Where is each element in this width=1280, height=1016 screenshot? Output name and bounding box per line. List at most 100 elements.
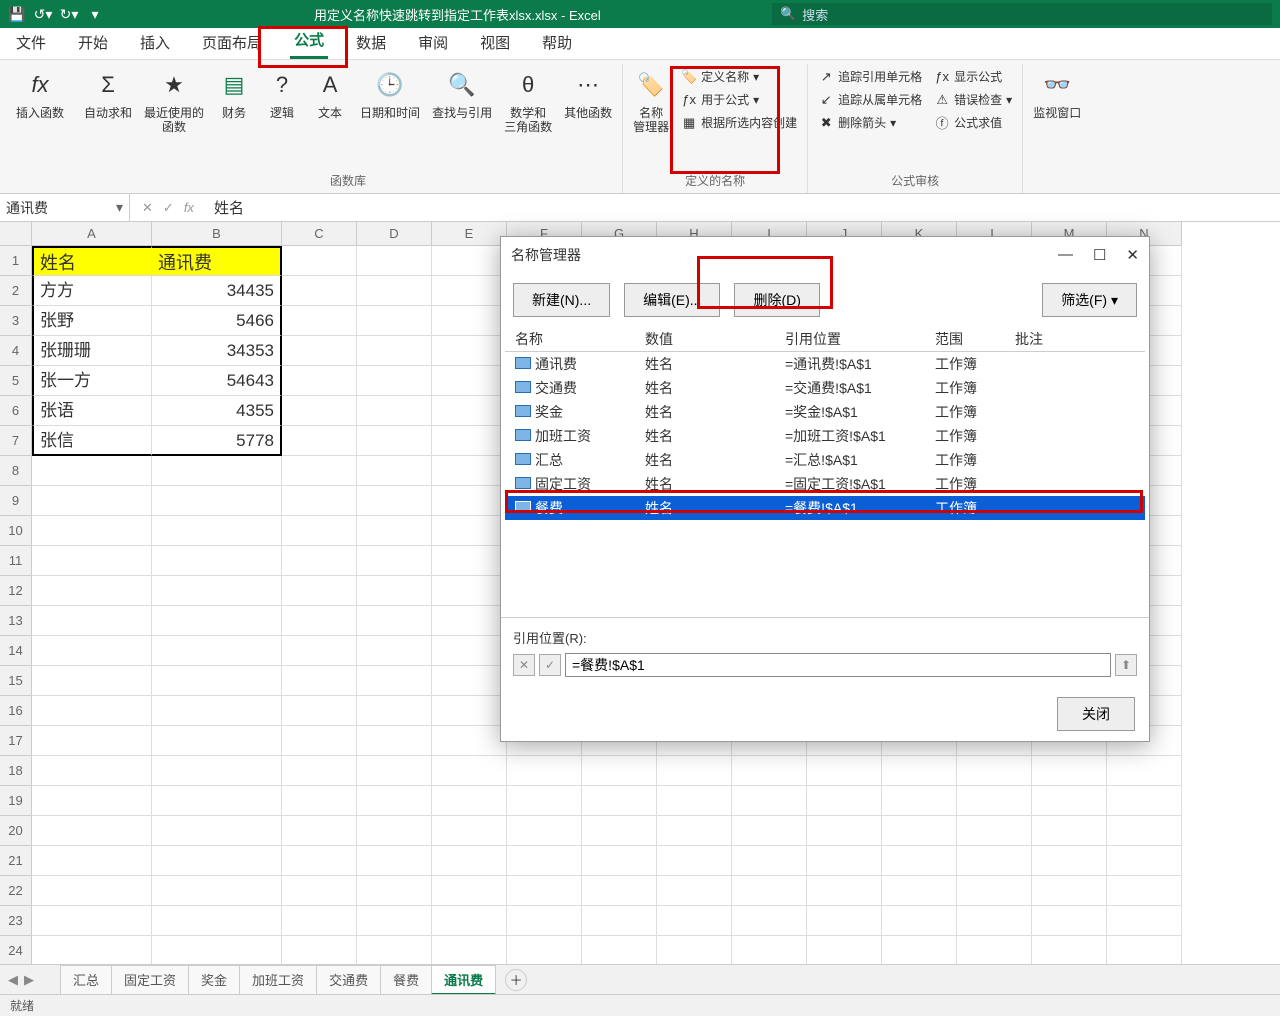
cell[interactable]	[357, 456, 432, 486]
recent-fn-button[interactable]: ★最近使用的 函数	[140, 64, 208, 170]
cell[interactable]	[432, 546, 507, 576]
cell[interactable]	[32, 666, 152, 696]
cell[interactable]	[882, 756, 957, 786]
row-header[interactable]: 21	[0, 846, 32, 876]
cell[interactable]	[357, 816, 432, 846]
cell[interactable]	[957, 936, 1032, 964]
cell[interactable]	[282, 906, 357, 936]
cell[interactable]	[32, 786, 152, 816]
tab-开始[interactable]: 开始	[74, 26, 112, 59]
cell[interactable]	[32, 906, 152, 936]
sheet-tab-交通费[interactable]: 交通费	[316, 965, 381, 995]
close-button[interactable]: 关闭	[1057, 697, 1135, 731]
use-in-formula-button[interactable]: ƒx用于公式 ▾	[677, 89, 801, 110]
cell[interactable]	[582, 756, 657, 786]
sheet-prev-icon[interactable]: ◀	[8, 972, 18, 988]
sheet-tab-汇总[interactable]: 汇总	[60, 965, 112, 995]
cell[interactable]	[152, 606, 282, 636]
cell[interactable]	[732, 876, 807, 906]
cell[interactable]	[282, 816, 357, 846]
cell[interactable]: 34353	[152, 336, 282, 366]
cell[interactable]	[432, 246, 507, 276]
cell[interactable]	[282, 366, 357, 396]
cell[interactable]	[582, 876, 657, 906]
add-sheet-button[interactable]: ＋	[505, 969, 527, 991]
cell[interactable]: 54643	[152, 366, 282, 396]
cell[interactable]	[657, 846, 732, 876]
cell[interactable]	[152, 636, 282, 666]
name-manager-button[interactable]: 🏷️名称 管理器	[629, 64, 673, 170]
cell[interactable]	[432, 576, 507, 606]
cell[interactable]	[152, 846, 282, 876]
cell[interactable]: 5778	[152, 426, 282, 456]
cell[interactable]	[357, 936, 432, 964]
redo-icon[interactable]: ↻▾	[60, 5, 78, 23]
row-header[interactable]: 5	[0, 366, 32, 396]
cell[interactable]	[282, 636, 357, 666]
col-header[interactable]: E	[432, 222, 507, 246]
text-button[interactable]: A文本	[308, 64, 352, 170]
cell[interactable]	[282, 516, 357, 546]
cell[interactable]	[582, 936, 657, 964]
cell[interactable]	[282, 306, 357, 336]
cell[interactable]	[32, 576, 152, 606]
col-header[interactable]: C	[282, 222, 357, 246]
sheet-next-icon[interactable]: ▶	[24, 972, 34, 988]
cell[interactable]	[32, 726, 152, 756]
sheet-tab-奖金[interactable]: 奖金	[188, 965, 240, 995]
cell[interactable]	[807, 816, 882, 846]
cell[interactable]	[357, 846, 432, 876]
col-header[interactable]: A	[32, 222, 152, 246]
cell[interactable]	[1107, 786, 1182, 816]
cell[interactable]	[432, 696, 507, 726]
cell[interactable]	[32, 936, 152, 964]
cell[interactable]	[1107, 876, 1182, 906]
cell[interactable]	[807, 756, 882, 786]
cell[interactable]	[507, 846, 582, 876]
cell[interactable]	[32, 816, 152, 846]
cell[interactable]	[882, 936, 957, 964]
cell[interactable]	[432, 756, 507, 786]
row-header[interactable]: 6	[0, 396, 32, 426]
cell[interactable]	[882, 816, 957, 846]
cell[interactable]: 张一方	[32, 366, 152, 396]
row-header[interactable]: 20	[0, 816, 32, 846]
cell[interactable]	[807, 846, 882, 876]
define-name-button[interactable]: 🏷️定义名称 ▾	[677, 66, 801, 87]
cell[interactable]	[282, 246, 357, 276]
cell[interactable]	[152, 906, 282, 936]
name-row[interactable]: 餐费姓名=餐费!$A$1工作簿	[505, 496, 1145, 520]
cell[interactable]	[432, 486, 507, 516]
cell[interactable]	[807, 786, 882, 816]
cell[interactable]	[957, 786, 1032, 816]
cell[interactable]	[432, 306, 507, 336]
confirm-icon[interactable]: ✓	[163, 200, 174, 216]
cell[interactable]	[432, 276, 507, 306]
cell[interactable]	[882, 876, 957, 906]
tab-帮助[interactable]: 帮助	[538, 26, 576, 59]
cell[interactable]	[357, 666, 432, 696]
cell[interactable]	[357, 756, 432, 786]
cell[interactable]	[282, 456, 357, 486]
row-header[interactable]: 12	[0, 576, 32, 606]
cell[interactable]: 5466	[152, 306, 282, 336]
cell[interactable]	[432, 666, 507, 696]
cell[interactable]	[282, 696, 357, 726]
cell[interactable]	[282, 786, 357, 816]
cell[interactable]	[152, 456, 282, 486]
cell[interactable]	[152, 696, 282, 726]
cell[interactable]: 姓名	[32, 246, 152, 276]
cell[interactable]	[32, 486, 152, 516]
cell[interactable]	[282, 666, 357, 696]
row-header[interactable]: 23	[0, 906, 32, 936]
close-icon[interactable]: ✕	[1126, 246, 1139, 264]
cell[interactable]	[357, 276, 432, 306]
row-header[interactable]: 14	[0, 636, 32, 666]
cell[interactable]	[657, 786, 732, 816]
row-header[interactable]: 2	[0, 276, 32, 306]
cell[interactable]	[657, 756, 732, 786]
cell[interactable]	[507, 816, 582, 846]
row-header[interactable]: 24	[0, 936, 32, 964]
cell[interactable]	[432, 636, 507, 666]
cell[interactable]	[507, 906, 582, 936]
